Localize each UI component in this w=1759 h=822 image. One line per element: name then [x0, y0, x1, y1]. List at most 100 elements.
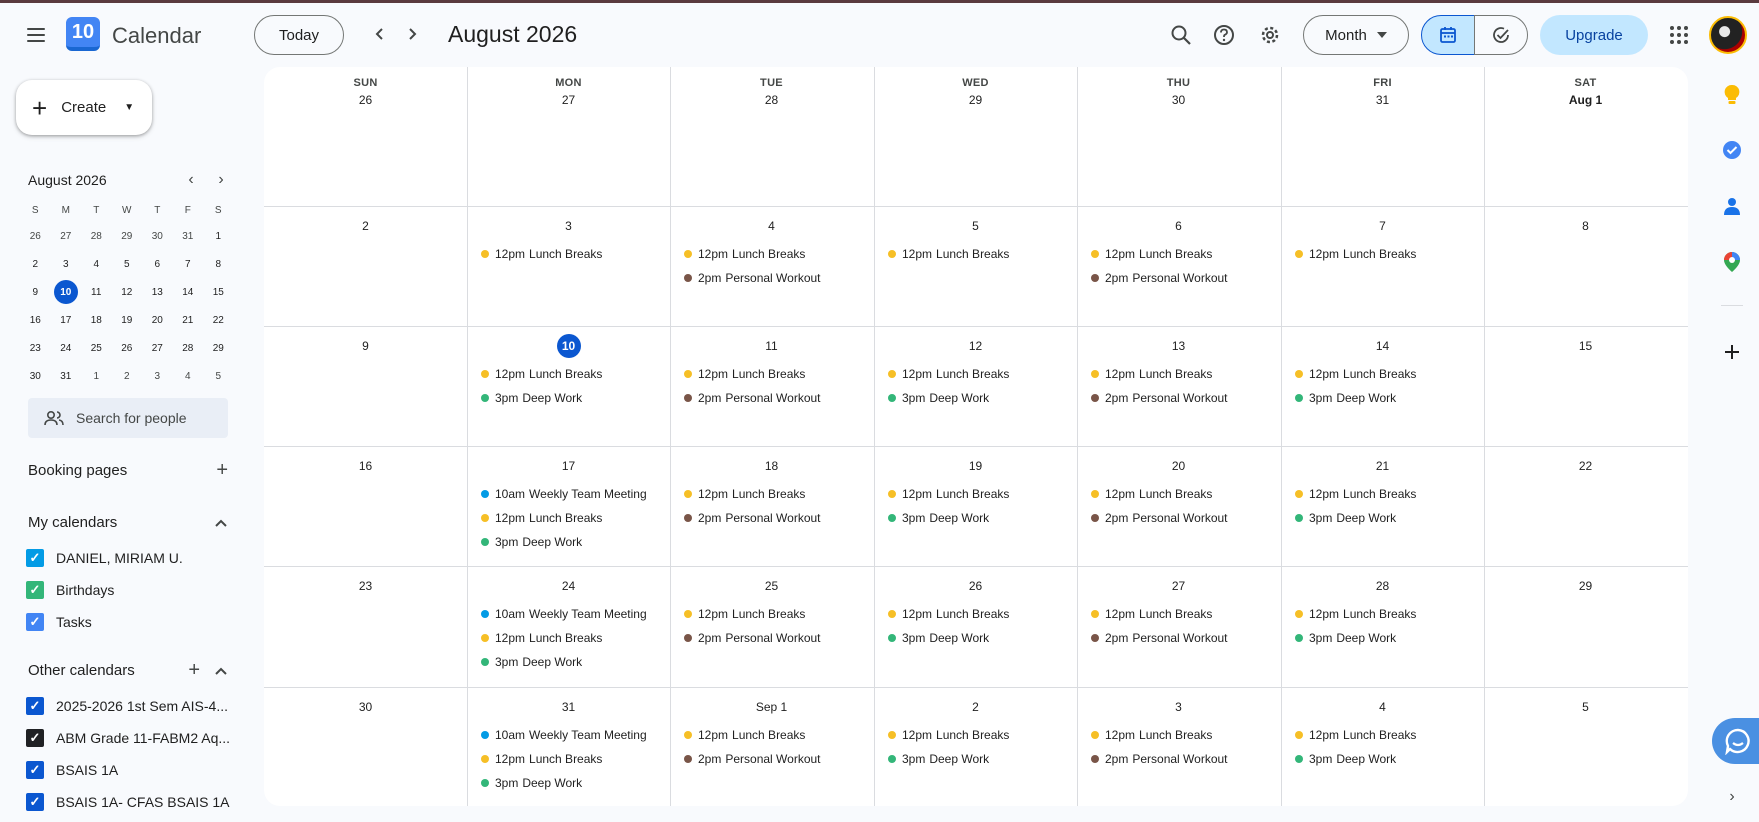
calendar-toggle-item[interactable]: ✓ BSAIS 1A	[26, 756, 118, 784]
mini-next-month-icon[interactable]: ›	[210, 169, 232, 191]
day-number[interactable]: Sep 1	[670, 697, 873, 717]
checkbox-checked-icon[interactable]: ✓	[26, 761, 44, 779]
next-period-icon[interactable]	[395, 17, 429, 51]
mini-day-cell[interactable]: 15	[203, 278, 234, 306]
event-chip[interactable]: 3pm Deep Work	[878, 507, 989, 529]
mini-day-cell[interactable]: 11	[81, 278, 112, 306]
tasks-view-toggle[interactable]	[1474, 15, 1528, 55]
mini-day-cell[interactable]: 17	[51, 306, 82, 334]
other-calendars-section[interactable]: Other calendars +	[28, 656, 228, 684]
event-chip[interactable]: 12pm Lunch Breaks	[1081, 724, 1212, 746]
event-chip[interactable]: 3pm Deep Work	[471, 387, 582, 409]
maps-pin-icon[interactable]	[1717, 247, 1747, 277]
event-chip[interactable]: 12pm Lunch Breaks	[878, 483, 1009, 505]
event-chip[interactable]: 2pm Personal Workout	[1081, 387, 1228, 409]
day-number[interactable]: 3	[467, 216, 670, 236]
calendar-toggle-item[interactable]: ✓ DANIEL, MIRIAM U.	[26, 544, 183, 572]
day-number[interactable]: 31	[467, 697, 670, 717]
checkbox-checked-icon[interactable]: ✓	[26, 613, 44, 631]
view-selector[interactable]: Month	[1303, 15, 1409, 55]
previous-period-icon[interactable]	[363, 17, 397, 51]
day-number[interactable]: 13	[1077, 336, 1280, 356]
event-chip[interactable]: 12pm Lunch Breaks	[1285, 483, 1416, 505]
add-addon-icon[interactable]	[1717, 337, 1747, 367]
day-number[interactable]: 23	[264, 576, 467, 596]
day-number[interactable]: Aug 1	[1484, 93, 1687, 107]
day-number[interactable]: 28	[670, 93, 873, 107]
upgrade-button[interactable]: Upgrade	[1540, 15, 1648, 55]
calendar-toggle-item[interactable]: ✓ 2025-2026 1st Sem AIS-4...	[26, 692, 228, 720]
day-number[interactable]: 25	[670, 576, 873, 596]
event-chip[interactable]: 12pm Lunch Breaks	[1081, 483, 1212, 505]
event-chip[interactable]: 3pm Deep Work	[1285, 387, 1396, 409]
day-number[interactable]: 27	[1077, 576, 1280, 596]
calendar-toggle-item[interactable]: ✓ Tasks	[26, 608, 92, 636]
mini-day-cell[interactable]: 5	[203, 362, 234, 390]
event-chip[interactable]: 2pm Personal Workout	[674, 267, 821, 289]
day-column-header[interactable]: SAT Aug 1	[1484, 67, 1687, 127]
event-chip[interactable]: 12pm Lunch Breaks	[471, 507, 602, 529]
event-chip[interactable]: 2pm Personal Workout	[1081, 507, 1228, 529]
event-chip[interactable]: 10am Weekly Team Meeting	[471, 724, 647, 746]
day-number[interactable]: 5	[1484, 697, 1687, 717]
event-chip[interactable]: 10am Weekly Team Meeting	[471, 483, 647, 505]
checkbox-checked-icon[interactable]: ✓	[26, 793, 44, 811]
event-chip[interactable]: 12pm Lunch Breaks	[1081, 603, 1212, 625]
chat-support-icon[interactable]	[1712, 718, 1759, 764]
my-calendars-section[interactable]: My calendars	[28, 508, 228, 536]
mini-day-cell[interactable]: 30	[20, 362, 51, 390]
day-number[interactable]: 30	[1077, 93, 1280, 107]
event-chip[interactable]: 12pm Lunch Breaks	[471, 363, 602, 385]
search-icon[interactable]	[1163, 17, 1199, 53]
day-column-header[interactable]: FRI 31	[1281, 67, 1484, 127]
event-chip[interactable]: 12pm Lunch Breaks	[674, 243, 805, 265]
day-number[interactable]: 30	[264, 697, 467, 717]
event-chip[interactable]: 12pm Lunch Breaks	[878, 603, 1009, 625]
calendar-toggle-item[interactable]: ✓ Birthdays	[26, 576, 114, 604]
event-chip[interactable]: 12pm Lunch Breaks	[1285, 363, 1416, 385]
mini-day-cell[interactable]: 3	[142, 362, 173, 390]
tasks-icon[interactable]	[1717, 135, 1747, 165]
event-chip[interactable]: 2pm Personal Workout	[674, 748, 821, 770]
day-number[interactable]: 7	[1281, 216, 1484, 236]
mini-day-cell[interactable]: 29	[203, 334, 234, 362]
mini-day-cell[interactable]: 7	[173, 250, 204, 278]
event-chip[interactable]: 2pm Personal Workout	[674, 627, 821, 649]
day-number[interactable]: 28	[1281, 576, 1484, 596]
day-column-header[interactable]: WED 29	[874, 67, 1077, 127]
day-number[interactable]: 29	[1484, 576, 1687, 596]
event-chip[interactable]: 12pm Lunch Breaks	[1285, 724, 1416, 746]
event-chip[interactable]: 12pm Lunch Breaks	[471, 748, 602, 770]
event-chip[interactable]: 12pm Lunch Breaks	[674, 724, 805, 746]
event-chip[interactable]: 12pm Lunch Breaks	[674, 603, 805, 625]
account-avatar[interactable]	[1709, 16, 1747, 54]
day-number[interactable]: 2	[874, 697, 1077, 717]
mini-day-cell[interactable]: 1	[203, 222, 234, 250]
collapse-chevron-icon[interactable]	[214, 660, 228, 680]
event-chip[interactable]: 12pm Lunch Breaks	[1081, 363, 1212, 385]
mini-day-cell[interactable]: 16	[20, 306, 51, 334]
search-people-input[interactable]: Search for people	[28, 398, 228, 438]
mini-day-cell[interactable]: 4	[81, 250, 112, 278]
checkbox-checked-icon[interactable]: ✓	[26, 581, 44, 599]
event-chip[interactable]: 2pm Personal Workout	[674, 387, 821, 409]
keep-lightbulb-icon[interactable]	[1717, 80, 1747, 110]
day-number[interactable]: 4	[1281, 697, 1484, 717]
event-chip[interactable]: 12pm Lunch Breaks	[1081, 243, 1212, 265]
day-number[interactable]: 12	[874, 336, 1077, 356]
day-number[interactable]: 14	[1281, 336, 1484, 356]
event-chip[interactable]: 12pm Lunch Breaks	[674, 363, 805, 385]
mini-day-cell[interactable]: 23	[20, 334, 51, 362]
calendar-toggle-item[interactable]: ✓ ABM Grade 11-FABM2 Aq...	[26, 724, 230, 752]
day-number[interactable]: 22	[1484, 456, 1687, 476]
mini-day-cell[interactable]: 22	[203, 306, 234, 334]
day-number[interactable]: 6	[1077, 216, 1280, 236]
event-chip[interactable]: 3pm Deep Work	[1285, 507, 1396, 529]
event-chip[interactable]: 3pm Deep Work	[1285, 748, 1396, 770]
mini-day-cell[interactable]: 31	[51, 362, 82, 390]
mini-day-cell[interactable]: 13	[142, 278, 173, 306]
mini-day-cell[interactable]: 27	[142, 334, 173, 362]
mini-day-cell[interactable]: 6	[142, 250, 173, 278]
create-button[interactable]: + Create ▼	[16, 80, 152, 135]
day-number[interactable]: 15	[1484, 336, 1687, 356]
